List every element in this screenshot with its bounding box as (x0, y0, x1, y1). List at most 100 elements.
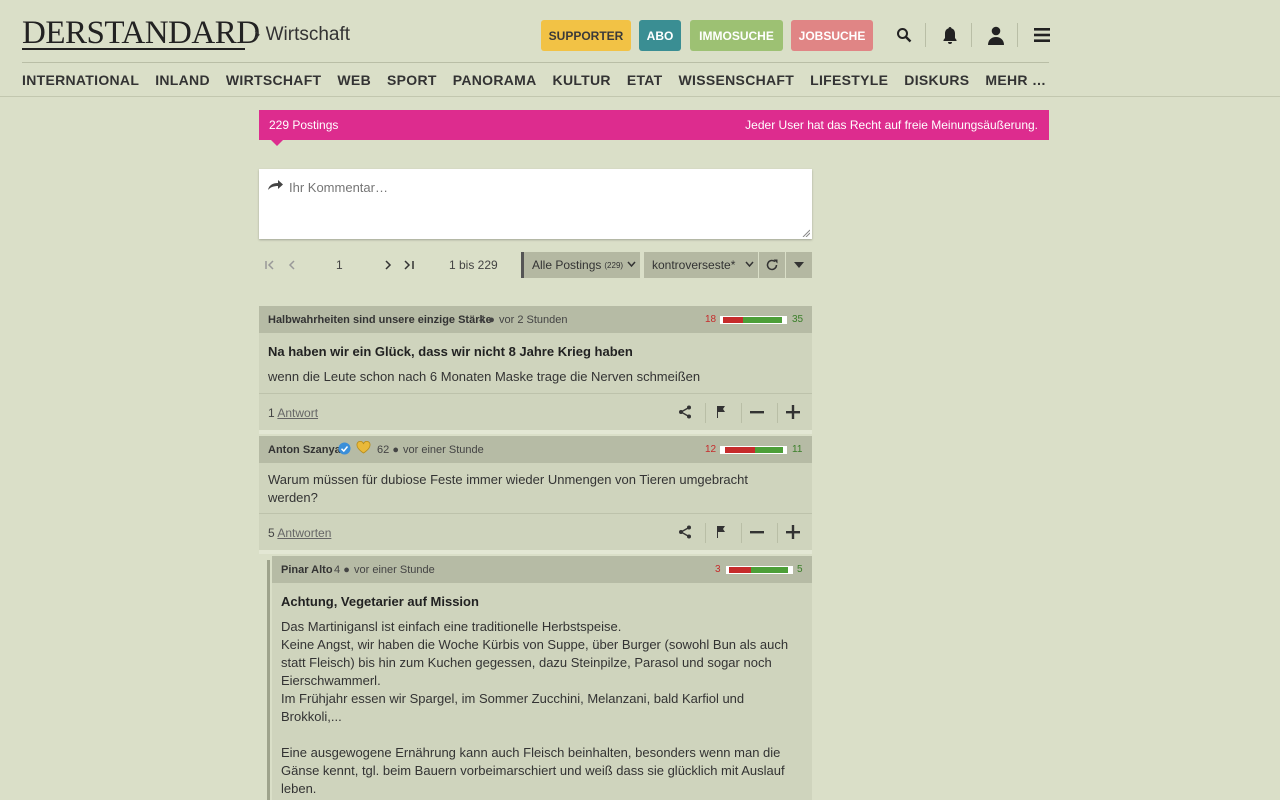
posting-body: Warum müssen für dubiose Feste immer wie… (268, 472, 749, 505)
sort-label: kontroverseste* (652, 258, 736, 272)
header-divider (925, 23, 926, 47)
page-number[interactable]: 1 (336, 252, 343, 278)
negative-votes[interactable]: 3 (715, 564, 721, 575)
header-divider (971, 23, 972, 47)
negative-votes[interactable]: 18 (705, 314, 716, 325)
filter-select[interactable]: Alle Postings (229) (521, 252, 640, 278)
next-page-icon[interactable] (383, 252, 393, 278)
posting-body: Das Martinigansl ist einfach eine tradit… (281, 619, 789, 796)
positive-votes[interactable]: 11 (792, 444, 802, 455)
share-icon[interactable] (675, 522, 695, 542)
plus-icon[interactable] (783, 522, 803, 542)
follower-icon: ● (343, 564, 350, 576)
nav-wirtschaft[interactable]: WIRTSCHAFT (226, 72, 322, 89)
header-divider (1017, 23, 1018, 47)
plus-icon[interactable] (783, 402, 803, 422)
posting-time: vor 2 Stunden (499, 314, 568, 326)
immosuche-button[interactable]: IMMOSUCHE (690, 20, 783, 51)
first-page-icon[interactable] (264, 252, 276, 278)
minus-icon[interactable] (747, 522, 767, 542)
posting-author[interactable]: Anton Szanya (268, 444, 341, 456)
reply-arrow-icon (267, 178, 284, 196)
nav-mehr[interactable]: MEHR … (985, 72, 1046, 89)
positive-votes[interactable]: 35 (792, 314, 803, 325)
page-range: 1 bis 229 (449, 258, 498, 272)
rating-bar (720, 446, 787, 454)
more-options-button[interactable] (786, 252, 812, 278)
posting-separator (259, 550, 812, 554)
flag-icon[interactable] (711, 522, 731, 542)
nav-diskurs[interactable]: DISKURS (904, 72, 969, 89)
nav-wissenschaft[interactable]: WISSENSCHAFT (679, 72, 795, 89)
abo-button[interactable]: ABO (639, 20, 681, 51)
refresh-icon (766, 259, 778, 271)
jobsuche-button[interactable]: JOBSUCHE (791, 20, 873, 51)
nav-panorama[interactable]: PANORAMA (453, 72, 537, 89)
posting: Halbwahrheiten sind unsere einzige Stärk… (259, 306, 812, 430)
forum-header-bar: 229 Postings Jeder User hat das Recht au… (259, 110, 1049, 140)
user-icon[interactable] (981, 20, 1011, 50)
negative-votes[interactable]: 12 (705, 444, 716, 455)
site-logo[interactable]: DERSTANDARD (22, 16, 260, 50)
rating-bar (720, 316, 787, 324)
nav-etat[interactable]: ETAT (627, 72, 663, 89)
action-divider (705, 523, 706, 543)
supporter-heart-icon (356, 440, 371, 457)
share-icon[interactable] (675, 402, 695, 422)
search-icon[interactable] (889, 20, 919, 50)
posting-separator (259, 430, 812, 434)
minus-icon[interactable] (747, 402, 767, 422)
follower-count: 4 ● (479, 314, 495, 326)
nav-inland[interactable]: INLAND (155, 72, 210, 89)
posting-header: Halbwahrheiten sind unsere einzige Stärk… (259, 306, 812, 333)
nav-sport[interactable]: SPORT (387, 72, 437, 89)
posting-footer: 1 Antwort (259, 393, 812, 432)
replies-label[interactable]: Antworten (277, 526, 331, 540)
flag-icon[interactable] (711, 402, 731, 422)
section-title[interactable]: › Wirtschaft (254, 24, 350, 46)
posting-author[interactable]: Pinar Alto (281, 564, 333, 576)
posting-time: vor einer Stunde (403, 444, 484, 456)
rating-bar-negative (724, 447, 755, 453)
follower-count: 4 ● (334, 564, 350, 576)
supporter-button[interactable]: SUPPORTER (541, 20, 631, 51)
last-page-icon[interactable] (403, 252, 416, 278)
action-divider (777, 523, 778, 543)
menu-icon[interactable] (1027, 20, 1057, 50)
chevron-down-icon (627, 261, 636, 268)
posting-title: Na haben wir ein Glück, dass wir nicht 8… (268, 344, 633, 359)
forum-rule-link[interactable]: Jeder User hat das Recht auf freie Meinu… (745, 118, 1038, 132)
caret-down-icon (794, 261, 804, 268)
action-divider (741, 403, 742, 423)
follower-number: 4 (334, 564, 341, 576)
prev-page-icon[interactable] (287, 252, 297, 278)
positive-votes[interactable]: 5 (797, 564, 803, 575)
refresh-button[interactable] (759, 252, 785, 278)
header-divider-line (22, 62, 1049, 63)
posting-title: Achtung, Vegetarier auf Mission (281, 594, 479, 609)
comment-input[interactable] (287, 179, 791, 196)
forum-bar-pointer (271, 140, 283, 146)
rating-bar (726, 566, 793, 574)
comment-compose-box[interactable] (259, 169, 812, 239)
action-divider (705, 403, 706, 423)
bell-icon[interactable] (935, 20, 965, 50)
filter-label: Alle Postings (532, 258, 602, 272)
replies-link[interactable]: 5 Antworten (268, 526, 331, 540)
posting-header: Anton Szanya 62 ● vor einer Stunde 12 11 (259, 436, 812, 463)
nav-web[interactable]: WEB (337, 72, 371, 89)
nav-lifestyle[interactable]: LIFESTYLE (810, 72, 888, 89)
posting-author[interactable]: Halbwahrheiten sind unsere einzige Stärk… (268, 314, 492, 326)
nav-international[interactable]: INTERNATIONAL (22, 72, 139, 89)
nav-kultur[interactable]: KULTUR (553, 72, 611, 89)
sort-select[interactable]: kontroverseste* (644, 252, 758, 278)
follower-icon: ● (488, 314, 495, 326)
action-divider (741, 523, 742, 543)
posting-header: Pinar Alto 4 ● vor einer Stunde 3 5 (272, 556, 812, 583)
resize-handle-icon[interactable] (802, 229, 810, 237)
follower-count: 62 ● (377, 444, 399, 456)
replies-link[interactable]: 1 Antwort (268, 406, 318, 420)
follower-icon: ● (392, 444, 399, 456)
replies-label[interactable]: Antwort (277, 406, 318, 420)
logo-underline (22, 48, 245, 50)
